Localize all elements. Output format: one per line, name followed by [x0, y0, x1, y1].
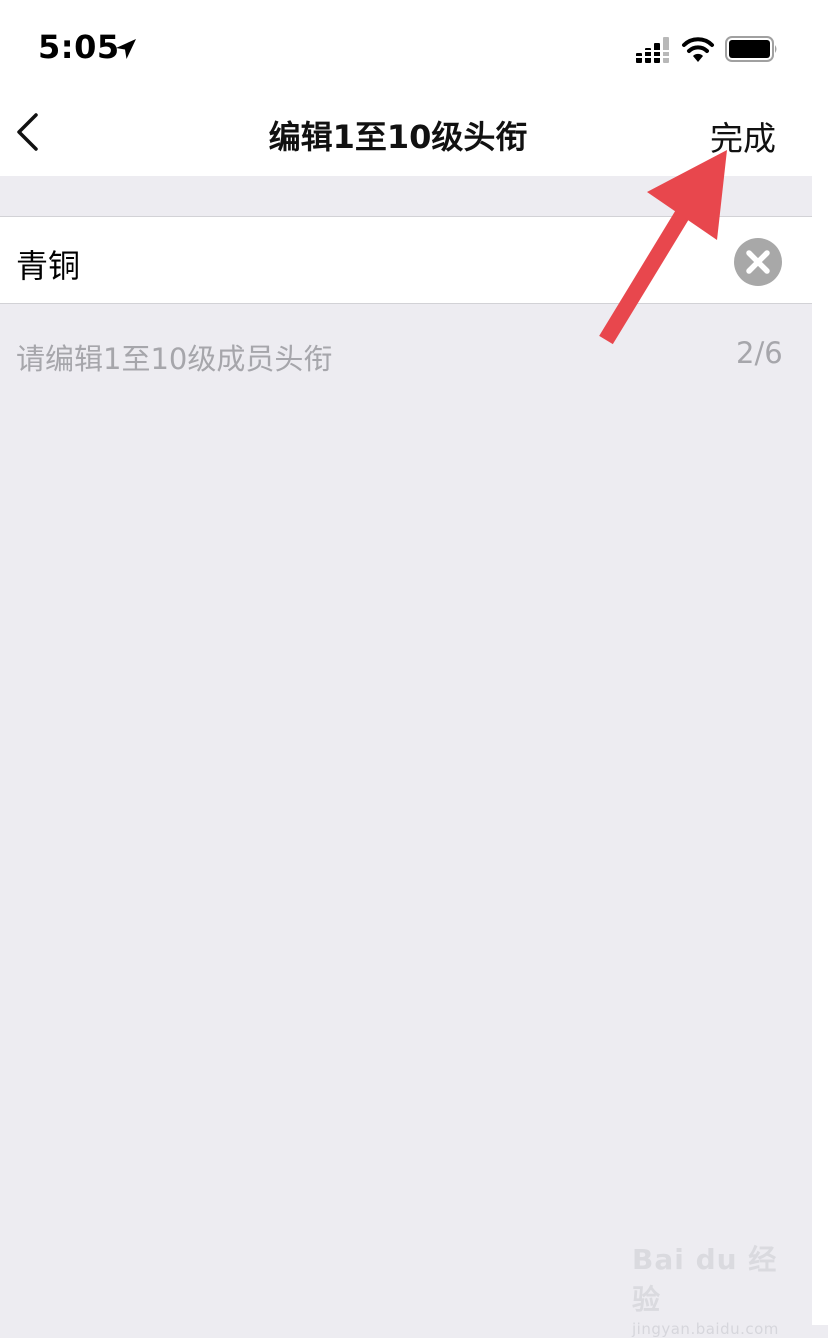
- battery-icon: [725, 36, 777, 62]
- watermark-main: Bai du 经验: [632, 1243, 778, 1316]
- annotation-arrow-icon: [599, 150, 727, 345]
- cellular-signal-icon: [636, 37, 669, 63]
- location-arrow-icon: [116, 39, 136, 59]
- title-input[interactable]: 青铜: [16, 241, 80, 287]
- right-edge-strip: [812, 0, 828, 1325]
- clear-icon[interactable]: [734, 238, 782, 286]
- character-count: 2/6: [736, 336, 783, 370]
- watermark-url: jingyan.baidu.com: [632, 1320, 779, 1338]
- wifi-icon: [682, 37, 714, 62]
- status-time: 5:05: [38, 28, 120, 66]
- baidu-watermark: Bai du 经验 jingyan.baidu.com: [632, 1238, 792, 1338]
- hint-text: 请编辑1至10级成员头衔: [16, 342, 333, 376]
